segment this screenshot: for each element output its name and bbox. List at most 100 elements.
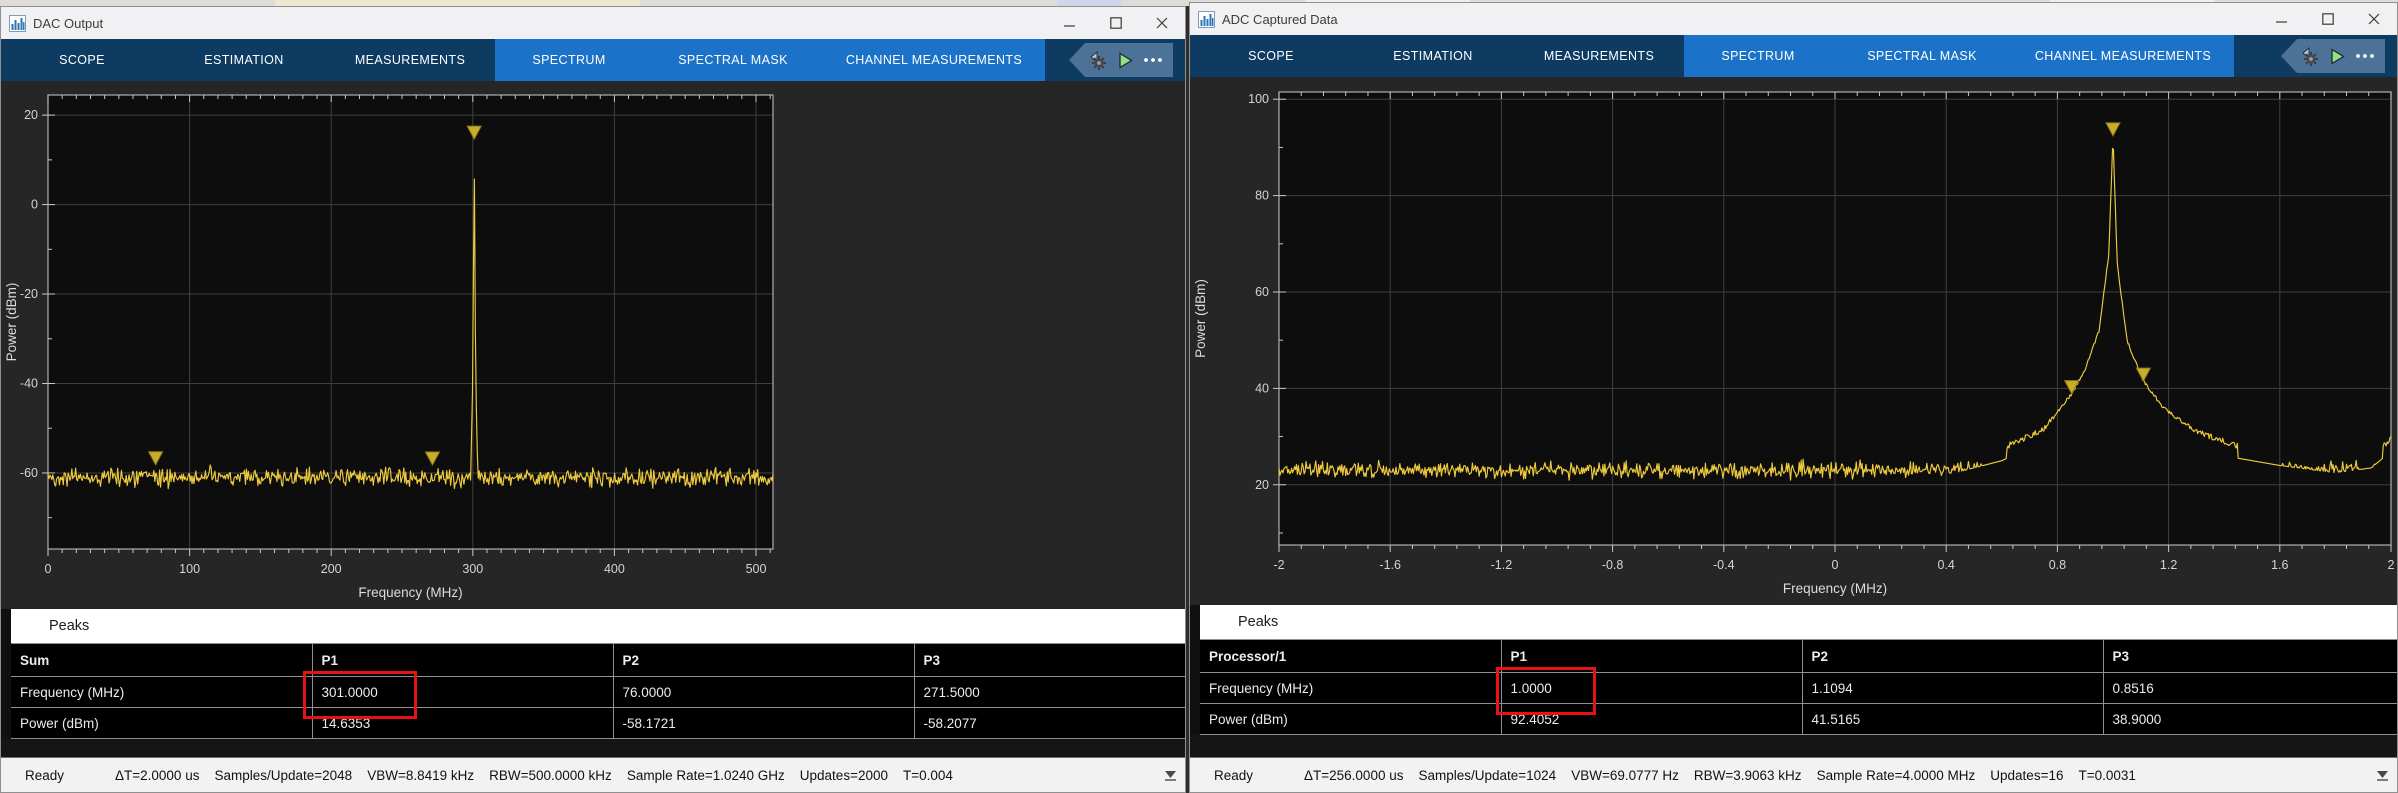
status-bar: Ready ΔT=2.0000 us Samples/Update=2048 V… bbox=[1, 757, 1185, 792]
peaks-col-p3: P3 bbox=[2103, 640, 2397, 673]
p3-frequency-value: 0.8516 bbox=[2103, 673, 2397, 704]
svg-text:-1.2: -1.2 bbox=[1491, 558, 1513, 572]
peaks-panel: Peaks Sum P1 P2 P3 Frequency (MHz) 301.0… bbox=[1, 609, 1185, 739]
spectrum-analyzer-app-icon bbox=[1198, 11, 1215, 28]
tab-channel-measurements[interactable]: CHANNEL MEASUREMENTS bbox=[2012, 35, 2234, 77]
table-row-power: Power (dBm) 92.4052 41.5165 38.9000 bbox=[1200, 704, 2397, 735]
svg-text:0: 0 bbox=[1832, 558, 1839, 572]
tab-scope[interactable]: SCOPE bbox=[1190, 35, 1352, 77]
ellipsis-icon bbox=[2355, 53, 2375, 59]
window-dac-output: DAC Output SCOPE ESTIMATION MEASUREMENTS… bbox=[0, 6, 1186, 793]
tab-spectral-mask[interactable]: SPECTRAL MASK bbox=[643, 39, 823, 81]
svg-text:60: 60 bbox=[1255, 285, 1269, 299]
tab-measurements[interactable]: MEASUREMENTS bbox=[325, 39, 495, 81]
run-button[interactable] bbox=[1117, 52, 1134, 69]
svg-text:-20: -20 bbox=[20, 287, 38, 301]
trigger-marker-icon bbox=[1164, 770, 1177, 781]
titlebar[interactable]: ADC Captured Data bbox=[1190, 3, 2397, 35]
p2-frequency-value: 1.1094 bbox=[1802, 673, 2103, 704]
svg-text:0.4: 0.4 bbox=[1938, 558, 1955, 572]
svg-text:-0.4: -0.4 bbox=[1713, 558, 1735, 572]
svg-text:1.6: 1.6 bbox=[2271, 558, 2288, 572]
peaks-col-p2: P2 bbox=[1802, 640, 2103, 673]
svg-text:20: 20 bbox=[24, 108, 38, 122]
play-icon bbox=[2329, 48, 2346, 65]
tab-spectrum[interactable]: SPECTRUM bbox=[495, 39, 643, 81]
minimize-button[interactable] bbox=[1047, 7, 1093, 39]
row-label: Power (dBm) bbox=[1200, 704, 1501, 735]
step-settings-icon bbox=[2300, 46, 2320, 66]
tab-channel-measurements[interactable]: CHANNEL MEASUREMENTS bbox=[823, 39, 1045, 81]
spectrum-plot[interactable]: -2-1.6-1.2-0.8-0.400.40.81.21.6220406080… bbox=[1190, 77, 2397, 605]
status-bar: Ready ΔT=256.0000 us Samples/Update=1024… bbox=[1190, 757, 2397, 792]
close-icon bbox=[2368, 13, 2380, 25]
step-settings-button[interactable] bbox=[2300, 46, 2320, 66]
toolstrip: SCOPE ESTIMATION MEASUREMENTS SPECTRUM S… bbox=[1, 39, 1185, 81]
minimize-icon bbox=[2276, 13, 2288, 25]
run-button[interactable] bbox=[2329, 48, 2346, 65]
run-controls bbox=[1069, 43, 1173, 77]
peaks-col-p1: P1 bbox=[312, 644, 613, 677]
p1-frequency-value: 301.0000 bbox=[312, 677, 613, 708]
status-delta-t: ΔT=2.0000 us bbox=[115, 768, 199, 783]
tab-scope[interactable]: SCOPE bbox=[1, 39, 163, 81]
close-button[interactable] bbox=[2351, 3, 2397, 35]
status-ready: Ready bbox=[25, 768, 115, 783]
titlebar[interactable]: DAC Output bbox=[1, 7, 1185, 39]
svg-text:2: 2 bbox=[2388, 558, 2395, 572]
window-title: DAC Output bbox=[33, 16, 103, 31]
p3-power-value: -58.2077 bbox=[914, 708, 1185, 739]
peaks-table: Sum P1 P2 P3 Frequency (MHz) 301.0000 76… bbox=[11, 643, 1185, 739]
tab-estimation[interactable]: ESTIMATION bbox=[163, 39, 325, 81]
minimize-button[interactable] bbox=[2259, 3, 2305, 35]
svg-text:Power (dBm): Power (dBm) bbox=[1193, 279, 1208, 358]
tab-measurements[interactable]: MEASUREMENTS bbox=[1514, 35, 1684, 77]
status-samples-update: Samples/Update=2048 bbox=[214, 768, 352, 783]
minimize-icon bbox=[1064, 17, 1076, 29]
close-button[interactable] bbox=[1139, 7, 1185, 39]
maximize-icon bbox=[1110, 17, 1122, 29]
peaks-panel-title: Peaks bbox=[1200, 605, 2397, 639]
maximize-button[interactable] bbox=[1093, 7, 1139, 39]
status-vbw: VBW=8.8419 kHz bbox=[367, 768, 474, 783]
spectrum-analyzer-app-icon bbox=[9, 15, 26, 32]
peaks-table-header-row: Processor/1 P1 P2 P3 bbox=[1200, 640, 2397, 673]
status-ready: Ready bbox=[1214, 768, 1304, 783]
more-options-button[interactable] bbox=[1143, 57, 1163, 63]
panel-gap bbox=[1, 739, 1185, 757]
run-controls bbox=[2281, 39, 2385, 73]
tab-spectral-mask[interactable]: SPECTRAL MASK bbox=[1832, 35, 2012, 77]
tab-estimation[interactable]: ESTIMATION bbox=[1352, 35, 1514, 77]
svg-text:Frequency (MHz): Frequency (MHz) bbox=[358, 585, 462, 600]
svg-text:-60: -60 bbox=[20, 466, 38, 480]
toolstrip-spacer bbox=[1045, 39, 1069, 81]
svg-text:80: 80 bbox=[1255, 189, 1269, 203]
peaks-col-source: Processor/1 bbox=[1200, 640, 1501, 673]
svg-text:Power (dBm): Power (dBm) bbox=[4, 283, 19, 362]
table-row-power: Power (dBm) 14.6353 -58.1721 -58.2077 bbox=[11, 708, 1185, 739]
tab-spectrum[interactable]: SPECTRUM bbox=[1684, 35, 1832, 77]
more-options-button[interactable] bbox=[2355, 53, 2375, 59]
status-delta-t: ΔT=256.0000 us bbox=[1304, 768, 1403, 783]
toolstrip: SCOPE ESTIMATION MEASUREMENTS SPECTRUM S… bbox=[1190, 35, 2397, 77]
panel-gap bbox=[1190, 735, 2397, 757]
peaks-col-source: Sum bbox=[11, 644, 312, 677]
maximize-button[interactable] bbox=[2305, 3, 2351, 35]
window-title: ADC Captured Data bbox=[1222, 12, 1338, 27]
svg-text:-1.6: -1.6 bbox=[1379, 558, 1401, 572]
step-settings-button[interactable] bbox=[1088, 50, 1108, 70]
spectrum-plot[interactable]: 0100200300400500-60-40-20020Frequency (M… bbox=[1, 81, 1185, 609]
svg-text:400: 400 bbox=[604, 562, 625, 576]
table-row-frequency: Frequency (MHz) 301.0000 76.0000 271.500… bbox=[11, 677, 1185, 708]
svg-text:20: 20 bbox=[1255, 478, 1269, 492]
status-vbw: VBW=69.0777 Hz bbox=[1571, 768, 1679, 783]
p2-power-value: 41.5165 bbox=[1802, 704, 2103, 735]
window-adc-captured-data: ADC Captured Data SCOPE ESTIMATION MEASU… bbox=[1189, 2, 2398, 793]
p3-frequency-value: 271.5000 bbox=[914, 677, 1185, 708]
trigger-marker-icon bbox=[2376, 770, 2389, 781]
status-sample-rate: Sample Rate=4.0000 MHz bbox=[1817, 768, 1976, 783]
svg-text:40: 40 bbox=[1255, 381, 1269, 395]
p1-frequency-value: 1.0000 bbox=[1501, 673, 1802, 704]
svg-text:500: 500 bbox=[746, 562, 767, 576]
ellipsis-icon bbox=[1143, 57, 1163, 63]
